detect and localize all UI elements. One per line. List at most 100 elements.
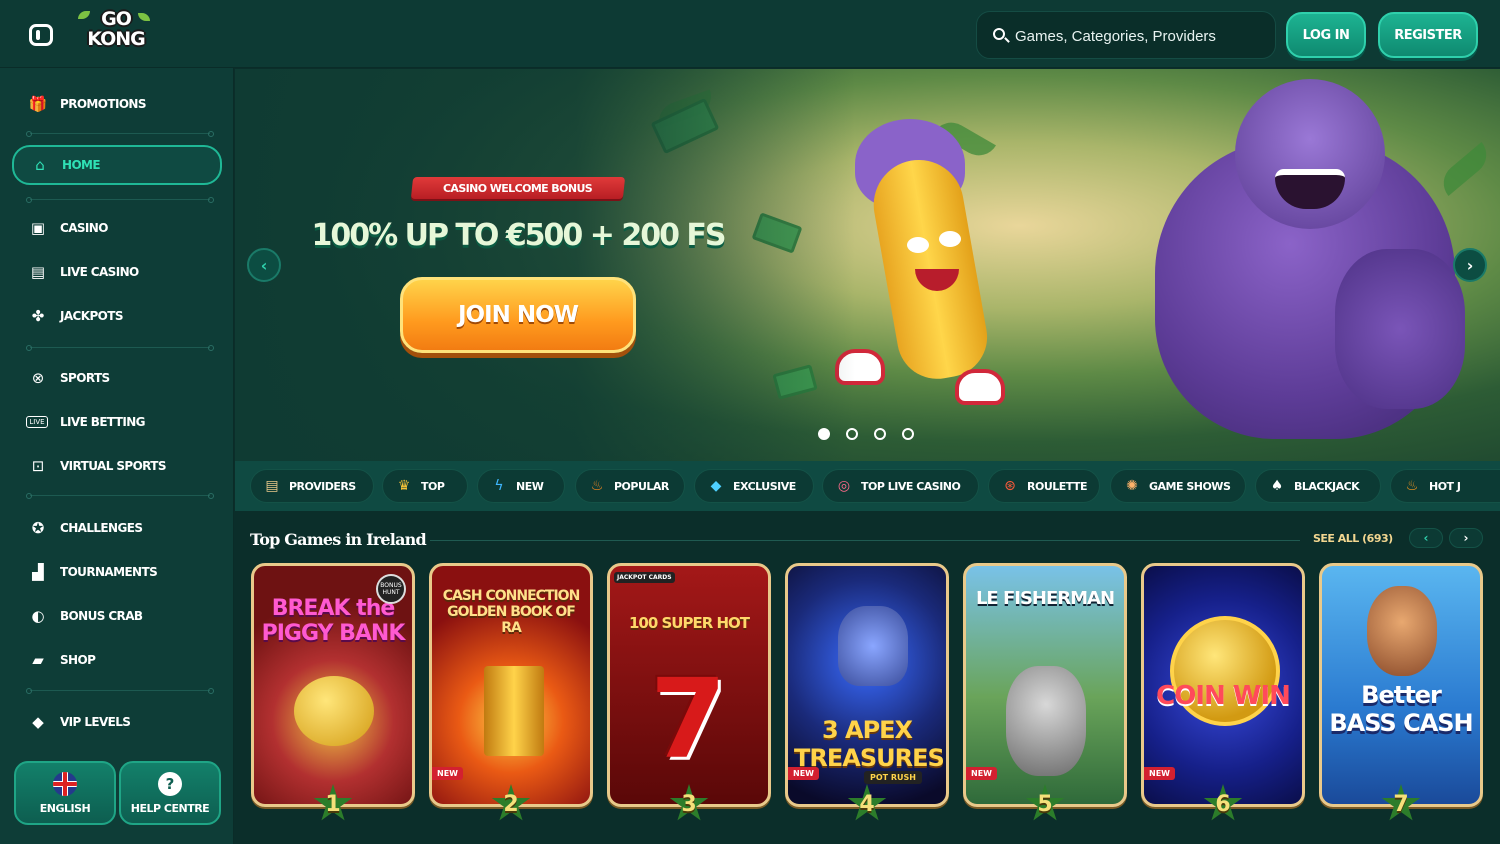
ball-icon: ⊗ [31,369,45,387]
game-card[interactable]: LE FISHERMAN NEW [963,563,1127,807]
sidebar-item-label: VIP LEVELS [60,715,131,729]
category-new[interactable]: ϟ NEW [477,469,565,503]
category-label: ROULETTE [1027,479,1088,493]
sidebar-item-label: LIVE CASINO [60,265,139,279]
sidebar-item-label: TOURNAMENTS [60,565,158,579]
sidebar-item-virtual-sports[interactable]: ⊡ VIRTUAL SPORTS [12,446,222,486]
see-all-link[interactable]: SEE ALL (693) [1313,532,1393,545]
game-card[interactable]: BREAK the PIGGY BANK BONUS HUNT [251,563,415,807]
wheel-icon: ✺ [1126,478,1138,494]
join-now-button[interactable]: JOIN NOW [400,277,636,353]
gold-piggy-image [294,676,374,746]
banner-next-button[interactable]: › [1453,248,1487,282]
game-card[interactable]: 3 APEX TREASURES POT RUSH NEW [785,563,949,807]
uk-flag-icon [53,771,77,796]
pot-rush-badge: POT RUSH [863,771,922,784]
wolf-image [838,606,908,686]
sidebar-item-home[interactable]: ⌂ HOME [12,145,222,185]
sidebar-item-shop[interactable]: ▰ SHOP [12,640,222,680]
carousel-dot[interactable] [874,428,886,440]
rank-badge: 3 [669,784,709,824]
category-blackjack[interactable]: ♠ BLACKJACK [1255,469,1381,503]
virtual-sports-icon: ⊡ [31,457,45,475]
sidebar-item-tournaments[interactable]: ▟ TOURNAMENTS [12,552,222,592]
category-top[interactable]: ♛ TOP [382,469,468,503]
games-prev-button[interactable]: ‹ [1409,528,1443,548]
help-centre-button[interactable]: ? HELP CENTRE [119,761,221,825]
roulette-icon: ⊛ [1004,478,1016,494]
crown-icon: ♛ [397,478,411,494]
game-card[interactable]: CASH CONNECTION GOLDEN BOOK OF RA NEW [429,563,593,807]
category-providers[interactable]: ▤ PROVIDERS [250,469,374,503]
category-hot[interactable]: ♨ HOT J [1390,469,1500,503]
lightning-icon: ϟ [494,478,504,494]
podium-icon: ▟ [32,563,44,581]
category-exclusive[interactable]: ◆ EXCLUSIVE [694,469,814,503]
gem-icon: ◆ [710,478,722,494]
category-label: TOP LIVE CASINO [861,479,961,493]
search-input[interactable] [1015,24,1265,48]
category-game-shows[interactable]: ✺ GAME SHOWS [1110,469,1246,503]
sidebar-item-label: SPORTS [60,371,110,385]
banner-prev-button[interactable]: ‹ [247,248,281,282]
sidebar-item-label: BONUS CRAB [60,609,143,623]
sidebar-divider [26,688,214,694]
hero-banner[interactable] [235,69,1500,461]
sidebar-item-vip-levels[interactable]: ◆ VIP LEVELS [12,702,222,742]
sidebar-item-live-betting[interactable]: LIVE LIVE BETTING [12,402,222,442]
crab-claw-icon: ◐ [31,607,45,625]
register-button[interactable]: REGISTER [1378,12,1478,58]
sidebar-item-jackpots[interactable]: ✤ JACKPOTS [12,296,222,336]
banana-shoe [955,369,1005,405]
login-button[interactable]: LOG IN [1286,12,1366,58]
category-label: HOT J [1429,479,1461,493]
logo-text-top: GO [101,8,132,30]
chevron-right-icon: › [1466,255,1474,275]
gokong-logo[interactable]: GO KONG [78,8,152,59]
category-label: EXCLUSIVE [733,479,796,493]
game-title: 100 SUPER HOT [628,614,750,632]
game-title: LE FISHERMAN [975,588,1115,609]
rank-number: 6 [1215,791,1231,817]
game-card[interactable]: JACKPOT CARDS 100 SUPER HOT 7 [607,563,771,807]
sidebar-item-promotions[interactable]: 🎁 PROMOTIONS [12,84,222,124]
game-card[interactable]: Better BASS CASH [1319,563,1483,807]
gift-icon: 🎁 [28,95,48,113]
game-card[interactable]: COIN WIN NEW [1141,563,1305,807]
search-box[interactable] [976,11,1276,59]
new-badge: NEW [432,767,463,780]
sidebar-item-label: PROMOTIONS [60,97,147,111]
carousel-dot[interactable] [846,428,858,440]
carousel-dot[interactable] [902,428,914,440]
chip-icon: ◎ [837,478,851,494]
slot-machine-icon: ▣ [30,219,46,237]
category-bar: ▤ PROVIDERS ♛ TOP ϟ NEW ♨ POPULAR ◆ EXCL… [235,461,1500,511]
rank-number: 4 [859,791,875,817]
game-title: BREAK the PIGGY BANK [261,596,406,646]
category-top-live-casino[interactable]: ◎ TOP LIVE CASINO [822,469,979,503]
sidebar-item-live-casino[interactable]: ▤ LIVE CASINO [12,252,222,292]
sidebar-item-challenges[interactable]: ✪ CHALLENGES [12,508,222,548]
sidebar-item-bonus-crab[interactable]: ◐ BONUS CRAB [12,596,222,636]
category-label: TOP [421,479,445,493]
games-next-button[interactable]: › [1449,528,1483,548]
sidebar-item-casino[interactable]: ▣ CASINO [12,208,222,248]
category-popular[interactable]: ♨ POPULAR [575,469,685,503]
sidebar-item-label: HOME [62,158,101,172]
rank-badge: 4 [847,784,887,824]
chevron-left-icon: ‹ [260,255,268,275]
sidebar-item-label: CASINO [60,221,108,235]
sidebar-item-sports[interactable]: ⊗ SPORTS [12,358,222,398]
carousel-dot[interactable] [818,428,830,440]
new-badge: NEW [788,767,819,780]
category-roulette[interactable]: ⊛ ROULETTE [988,469,1100,503]
banana-eye [939,231,961,247]
category-label: PROVIDERS [289,479,356,493]
basket-icon: ▰ [32,651,44,669]
game-title: CASH CONNECTION GOLDEN BOOK OF RA [442,588,581,636]
rank-badge: 5 [1025,784,1065,824]
language-button[interactable]: ENGLISH [14,761,116,825]
gorilla-character [1115,79,1475,449]
banana-eye [907,237,929,253]
menu-toggle-icon[interactable] [29,24,53,46]
